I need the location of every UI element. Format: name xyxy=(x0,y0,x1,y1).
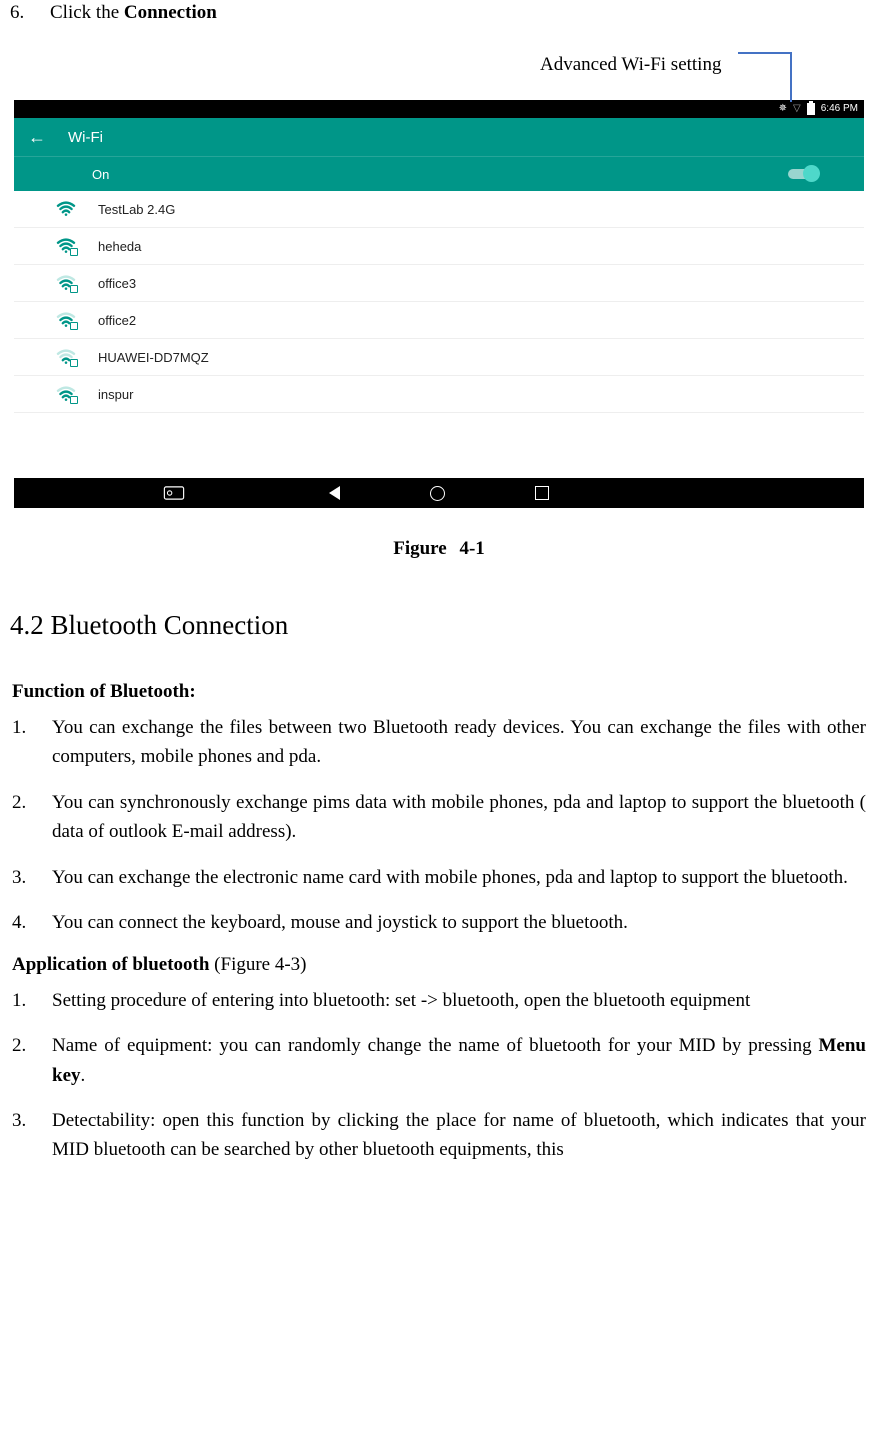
list-num: 2. xyxy=(12,1031,52,1090)
list-text: Setting procedure of entering into bluet… xyxy=(52,986,866,1015)
nav-back-icon[interactable] xyxy=(329,486,340,500)
wifi-ssid: HUAWEI-DD7MQZ xyxy=(98,350,209,365)
list-text: Name of equipment: you can randomly chan… xyxy=(52,1031,866,1090)
annotation-pointer-line xyxy=(790,52,792,102)
wifi-status-icon xyxy=(793,104,801,114)
annotation-label: Advanced Wi-Fi setting xyxy=(540,54,721,76)
screenshot-nav-icon[interactable] xyxy=(129,486,219,500)
list-item: 3.Detectability: open this function by c… xyxy=(12,1106,866,1165)
status-bar: 6:46 PM xyxy=(14,100,864,118)
list-num: 1. xyxy=(12,986,52,1015)
wifi-master-toggle-row[interactable]: On xyxy=(14,156,864,191)
wifi-toggle[interactable] xyxy=(788,169,818,179)
list-text: You can synchronously exchange pims data… xyxy=(52,788,866,847)
nav-home-icon[interactable] xyxy=(430,486,445,501)
wifi-signal-icon xyxy=(56,386,76,402)
step-text: Click the Connection xyxy=(50,2,217,24)
list-item: 1.You can exchange the files between two… xyxy=(12,713,866,772)
bluetooth-function-heading: Function of Bluetooth: xyxy=(12,681,868,703)
nav-recent-icon[interactable] xyxy=(535,486,549,500)
step-number: 6. xyxy=(10,2,50,24)
list-num: 2. xyxy=(12,788,52,847)
annotation-callout: Advanced Wi-Fi setting xyxy=(10,44,868,94)
wifi-network-list: TestLab 2.4G heheda office3 office2 HUAW… xyxy=(14,191,864,413)
step-6: 6. Click the Connection xyxy=(10,2,868,24)
android-screenshot: 6:46 PM ← Wi-Fi On TestLab 2.4G heheda o… xyxy=(14,100,864,508)
figure-caption: Figure 4-1 xyxy=(10,538,868,560)
list-item: 4.You can connect the keyboard, mouse an… xyxy=(12,908,866,937)
list-num: 3. xyxy=(12,1106,52,1165)
blank-area xyxy=(14,413,864,478)
list-text: Detectability: open this function by cli… xyxy=(52,1106,866,1165)
appbar-title: Wi-Fi xyxy=(68,129,103,146)
nav-bar xyxy=(14,478,864,508)
list-text: You can connect the keyboard, mouse and … xyxy=(52,908,866,937)
wifi-on-label: On xyxy=(92,167,109,182)
wifi-signal-icon xyxy=(56,312,76,328)
app-bar: ← Wi-Fi xyxy=(14,118,864,156)
list-text: You can exchange the electronic name car… xyxy=(52,863,866,892)
list-item: 2.Name of equipment: you can randomly ch… xyxy=(12,1031,866,1090)
wifi-ssid: office2 xyxy=(98,313,136,328)
wifi-ssid: office3 xyxy=(98,276,136,291)
bluetooth-application-list: 1.Setting procedure of entering into blu… xyxy=(10,986,868,1165)
status-time: 6:46 PM xyxy=(821,104,858,114)
bluetooth-function-list: 1.You can exchange the files between two… xyxy=(10,713,868,938)
back-icon[interactable]: ← xyxy=(28,127,46,148)
wifi-signal-icon xyxy=(56,201,76,217)
wifi-network-item[interactable]: inspur xyxy=(14,376,864,413)
wifi-signal-icon xyxy=(56,275,76,291)
bluetooth-status-icon xyxy=(779,104,787,114)
wifi-ssid: heheda xyxy=(98,239,141,254)
wifi-ssid: TestLab 2.4G xyxy=(98,202,175,217)
wifi-network-item[interactable]: heheda xyxy=(14,228,864,265)
list-num: 1. xyxy=(12,713,52,772)
list-num: 4. xyxy=(12,908,52,937)
list-item: 2.You can synchronously exchange pims da… xyxy=(12,788,866,847)
wifi-network-item[interactable]: HUAWEI-DD7MQZ xyxy=(14,339,864,376)
wifi-signal-icon xyxy=(56,238,76,254)
nav-buttons xyxy=(329,486,549,501)
wifi-signal-icon xyxy=(56,349,76,365)
wifi-network-item[interactable]: office2 xyxy=(14,302,864,339)
wifi-network-item[interactable]: TestLab 2.4G xyxy=(14,191,864,228)
battery-icon xyxy=(807,103,815,115)
list-item: 1.Setting procedure of entering into blu… xyxy=(12,986,866,1015)
section-heading: 4.2 Bluetooth Connection xyxy=(10,610,868,641)
list-item: 3.You can exchange the electronic name c… xyxy=(12,863,866,892)
wifi-network-item[interactable]: office3 xyxy=(14,265,864,302)
bluetooth-application-heading: Application of bluetooth (Figure 4-3) xyxy=(12,954,868,976)
list-text: You can exchange the files between two B… xyxy=(52,713,866,772)
list-num: 3. xyxy=(12,863,52,892)
wifi-ssid: inspur xyxy=(98,387,133,402)
